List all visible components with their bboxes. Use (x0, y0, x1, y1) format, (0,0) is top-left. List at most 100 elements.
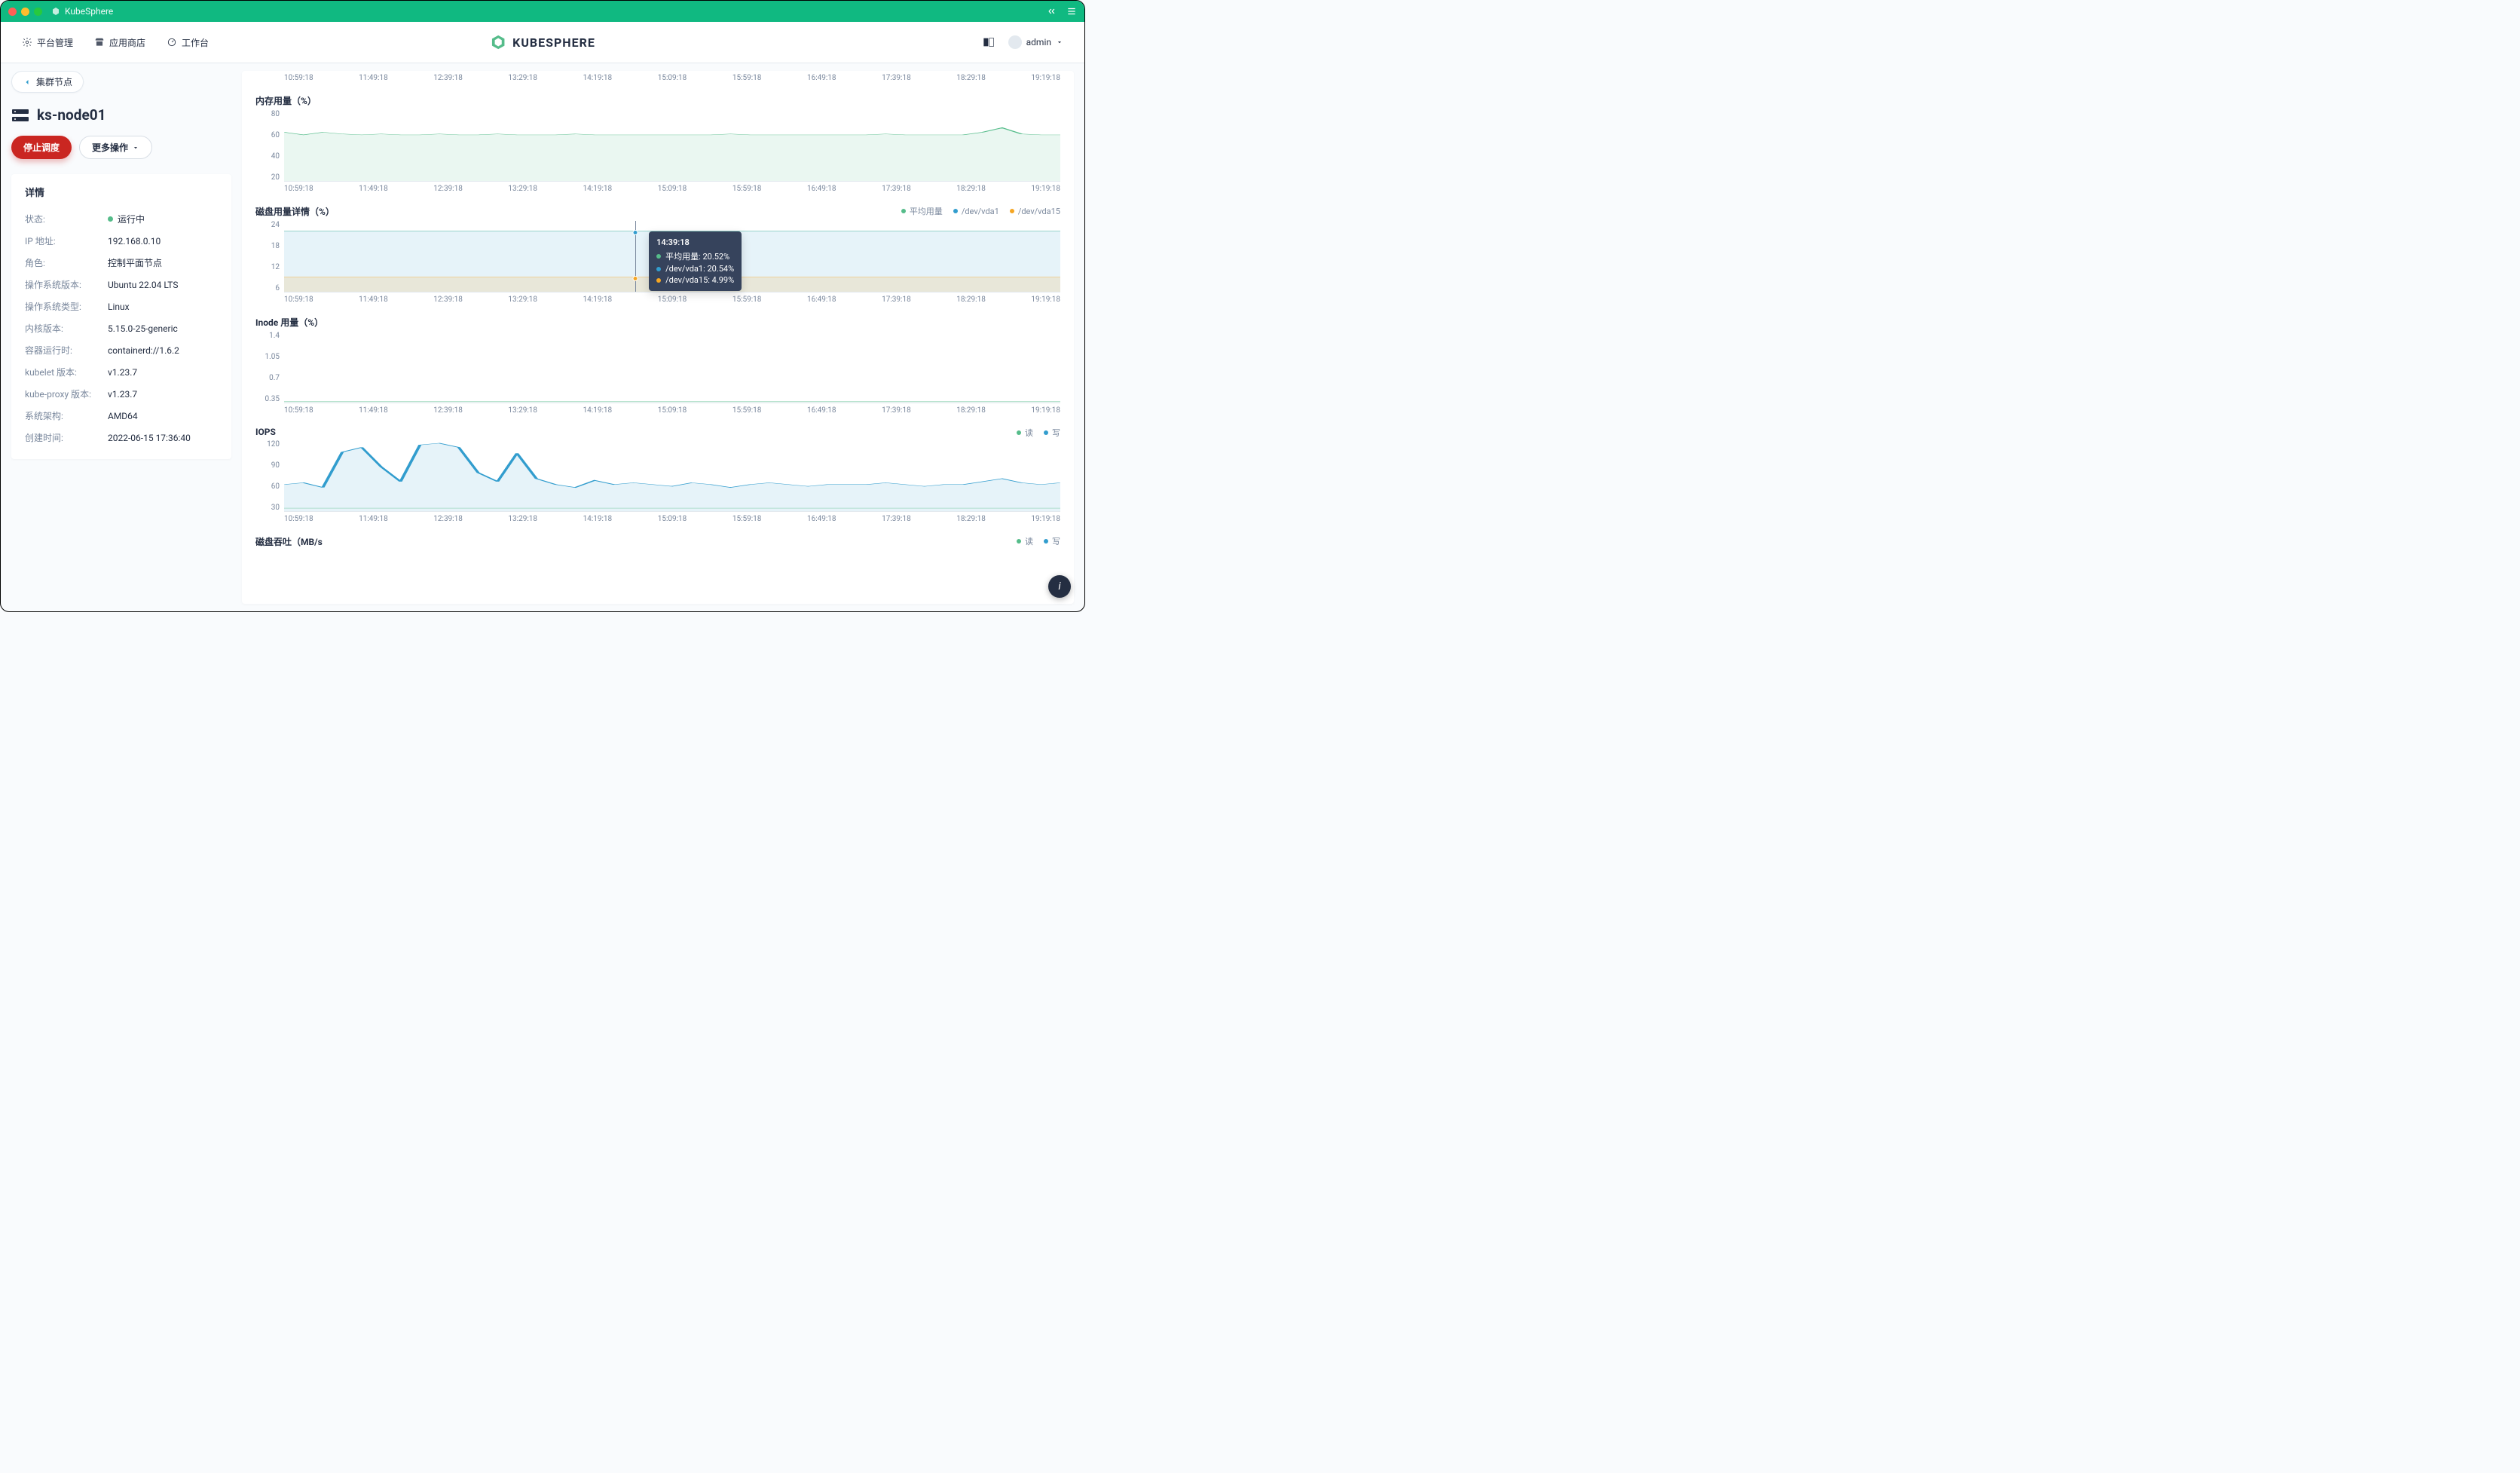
chart-plot[interactable] (284, 110, 1060, 182)
details-title: 详情 (25, 185, 218, 199)
expand-icon[interactable] (1047, 6, 1057, 17)
traffic-lights (8, 8, 42, 16)
chart-throughput: 磁盘吞吐（MB/s 读写 (255, 535, 1060, 548)
minimize-window-icon[interactable] (21, 8, 29, 16)
detail-row: 角色:控制平面节点 (25, 252, 218, 274)
status-dot-icon (108, 216, 113, 222)
data-marker (632, 276, 638, 281)
detail-row: 创建时间:2022-06-15 17:36:40 (25, 427, 218, 449)
detail-value: Ubuntu 22.04 LTS (108, 278, 178, 291)
detail-row: 状态:运行中 (25, 208, 218, 230)
detail-value: v1.23.7 (108, 387, 137, 400)
detail-label: kube-proxy 版本: (25, 387, 108, 400)
node-icon (11, 108, 29, 123)
chart-title: 磁盘吞吐（MB/s (255, 535, 1060, 548)
menu-icon[interactable] (1066, 6, 1077, 17)
detail-label: 容器运行时: (25, 344, 108, 357)
avatar-icon (1008, 35, 1022, 49)
y-axis: 120906030 (255, 440, 284, 512)
y-axis: 80604020 (255, 110, 284, 182)
chart-plot[interactable] (284, 332, 1060, 403)
chart-disk: 磁盘用量详情（%） 平均用量/dev/vda1/dev/vda15 241812… (255, 205, 1060, 304)
chart-title: Inode 用量（%） (255, 316, 1060, 329)
detail-value: 192.168.0.10 (108, 234, 161, 247)
legend-item[interactable]: /dev/vda1 (953, 205, 999, 217)
chevron-down-icon (1056, 38, 1063, 46)
detail-value: 5.15.0-25-generic (108, 322, 178, 335)
chart-memory: 内存用量（%） 80604020 10:59:1811:49:1812:39:1… (255, 94, 1060, 193)
chart-title: 内存用量（%） (255, 94, 1060, 107)
x-axis: 10:59:1811:49:1812:39:1813:29:1814:19:18… (255, 512, 1060, 523)
legend-dot-icon (1017, 430, 1021, 435)
sidebar: 集群节点 ks-node01 停止调度 更多操作 详情 状态:运行中IP 地址:… (11, 71, 231, 604)
app-window: KubeSphere 平台管理 应用商店 工作台 KUBESPHERE (0, 0, 1085, 612)
top-nav: 平台管理 应用商店 工作台 KUBESPHERE admin (1, 22, 1084, 63)
stop-scheduling-button[interactable]: 停止调度 (11, 136, 72, 159)
more-actions-button[interactable]: 更多操作 (79, 136, 152, 159)
detail-value: containerd://1.6.2 (108, 344, 179, 357)
detail-value: 2022-06-15 17:36:40 (108, 431, 191, 444)
x-axis: 10:59:1811:49:1812:39:1813:29:1814:19:18… (255, 182, 1060, 193)
detail-row: 系统架构:AMD64 (25, 405, 218, 427)
detail-row: 容器运行时:containerd://1.6.2 (25, 339, 218, 361)
nav-workbench[interactable]: 工作台 (167, 36, 209, 49)
legend-item[interactable]: 平均用量 (901, 205, 943, 217)
brand-logo[interactable]: KUBESPHERE (490, 34, 595, 51)
main-content[interactable]: 10:59:1811:49:1812:39:1813:29:1814:19:18… (242, 71, 1074, 604)
app-logo-small-icon (51, 7, 60, 16)
y-axis: 1.41.050.70.35 (255, 332, 284, 403)
x-axis: 10:59:1811:49:1812:39:1813:29:1814:19:18… (255, 71, 1060, 82)
window-title: KubeSphere (51, 6, 113, 17)
legend-dot-icon (953, 209, 958, 213)
chart-iops: IOPS 读写 120906030 10:59:1811:49:1812:39:… (255, 427, 1060, 523)
store-icon (94, 37, 105, 47)
detail-label: 操作系统版本: (25, 278, 108, 291)
x-axis: 10:59:1811:49:1812:39:1813:29:1814:19:18… (255, 292, 1060, 304)
legend-item[interactable]: 读 (1017, 535, 1033, 547)
layout-icon[interactable] (983, 37, 995, 47)
legend-dot-icon (1017, 539, 1021, 544)
user-menu[interactable]: admin (1008, 35, 1063, 49)
legend-dot-icon (1044, 430, 1048, 435)
nav-app-store[interactable]: 应用商店 (94, 36, 145, 49)
legend-item[interactable]: /dev/vda15 (1010, 205, 1060, 217)
help-fab[interactable]: i (1048, 575, 1071, 598)
detail-value: v1.23.7 (108, 366, 137, 378)
legend-dot-icon (1044, 539, 1048, 544)
chart-title: IOPS (255, 427, 1060, 437)
legend-item[interactable]: 写 (1044, 427, 1060, 439)
detail-label: 内核版本: (25, 322, 108, 335)
kubesphere-logo-icon (490, 34, 506, 51)
chevron-left-icon (23, 78, 32, 87)
x-axis: 10:59:1811:49:1812:39:1813:29:1814:19:18… (255, 403, 1060, 415)
detail-value: 运行中 (108, 213, 145, 225)
detail-row: 操作系统版本:Ubuntu 22.04 LTS (25, 274, 218, 296)
titlebar: KubeSphere (1, 1, 1084, 22)
detail-row: kubelet 版本:v1.23.7 (25, 361, 218, 383)
legend-item[interactable]: 写 (1044, 535, 1060, 547)
data-marker (632, 230, 638, 235)
close-window-icon[interactable] (8, 8, 17, 16)
details-card: 详情 状态:运行中IP 地址:192.168.0.10角色:控制平面节点操作系统… (11, 174, 231, 459)
legend-dot-icon (1010, 209, 1014, 213)
detail-label: IP 地址: (25, 234, 108, 247)
detail-value: Linux (108, 300, 130, 313)
detail-value: 控制平面节点 (108, 256, 162, 269)
nav-platform[interactable]: 平台管理 (22, 36, 73, 49)
legend-item[interactable]: 读 (1017, 427, 1033, 439)
dashboard-icon (167, 37, 177, 47)
chart-legend: 读写 (1017, 427, 1060, 439)
chart-plot[interactable]: 14:39:18 平均用量: 20.52%/dev/vda1: 20.54%/d… (284, 221, 1060, 292)
detail-label: kubelet 版本: (25, 366, 108, 378)
detail-label: 角色: (25, 256, 108, 269)
chevron-down-icon (132, 144, 139, 152)
chart-plot[interactable] (284, 440, 1060, 512)
back-button[interactable]: 集群节点 (11, 71, 84, 93)
detail-row: 内核版本:5.15.0-25-generic (25, 317, 218, 339)
chart-tooltip: 14:39:18 平均用量: 20.52%/dev/vda1: 20.54%/d… (649, 231, 742, 291)
detail-label: 状态: (25, 213, 108, 225)
detail-label: 创建时间: (25, 431, 108, 444)
maximize-window-icon[interactable] (34, 8, 42, 16)
chart-inode: Inode 用量（%） 1.41.050.70.35 10:59:1811:49… (255, 316, 1060, 415)
detail-value: AMD64 (108, 409, 138, 422)
